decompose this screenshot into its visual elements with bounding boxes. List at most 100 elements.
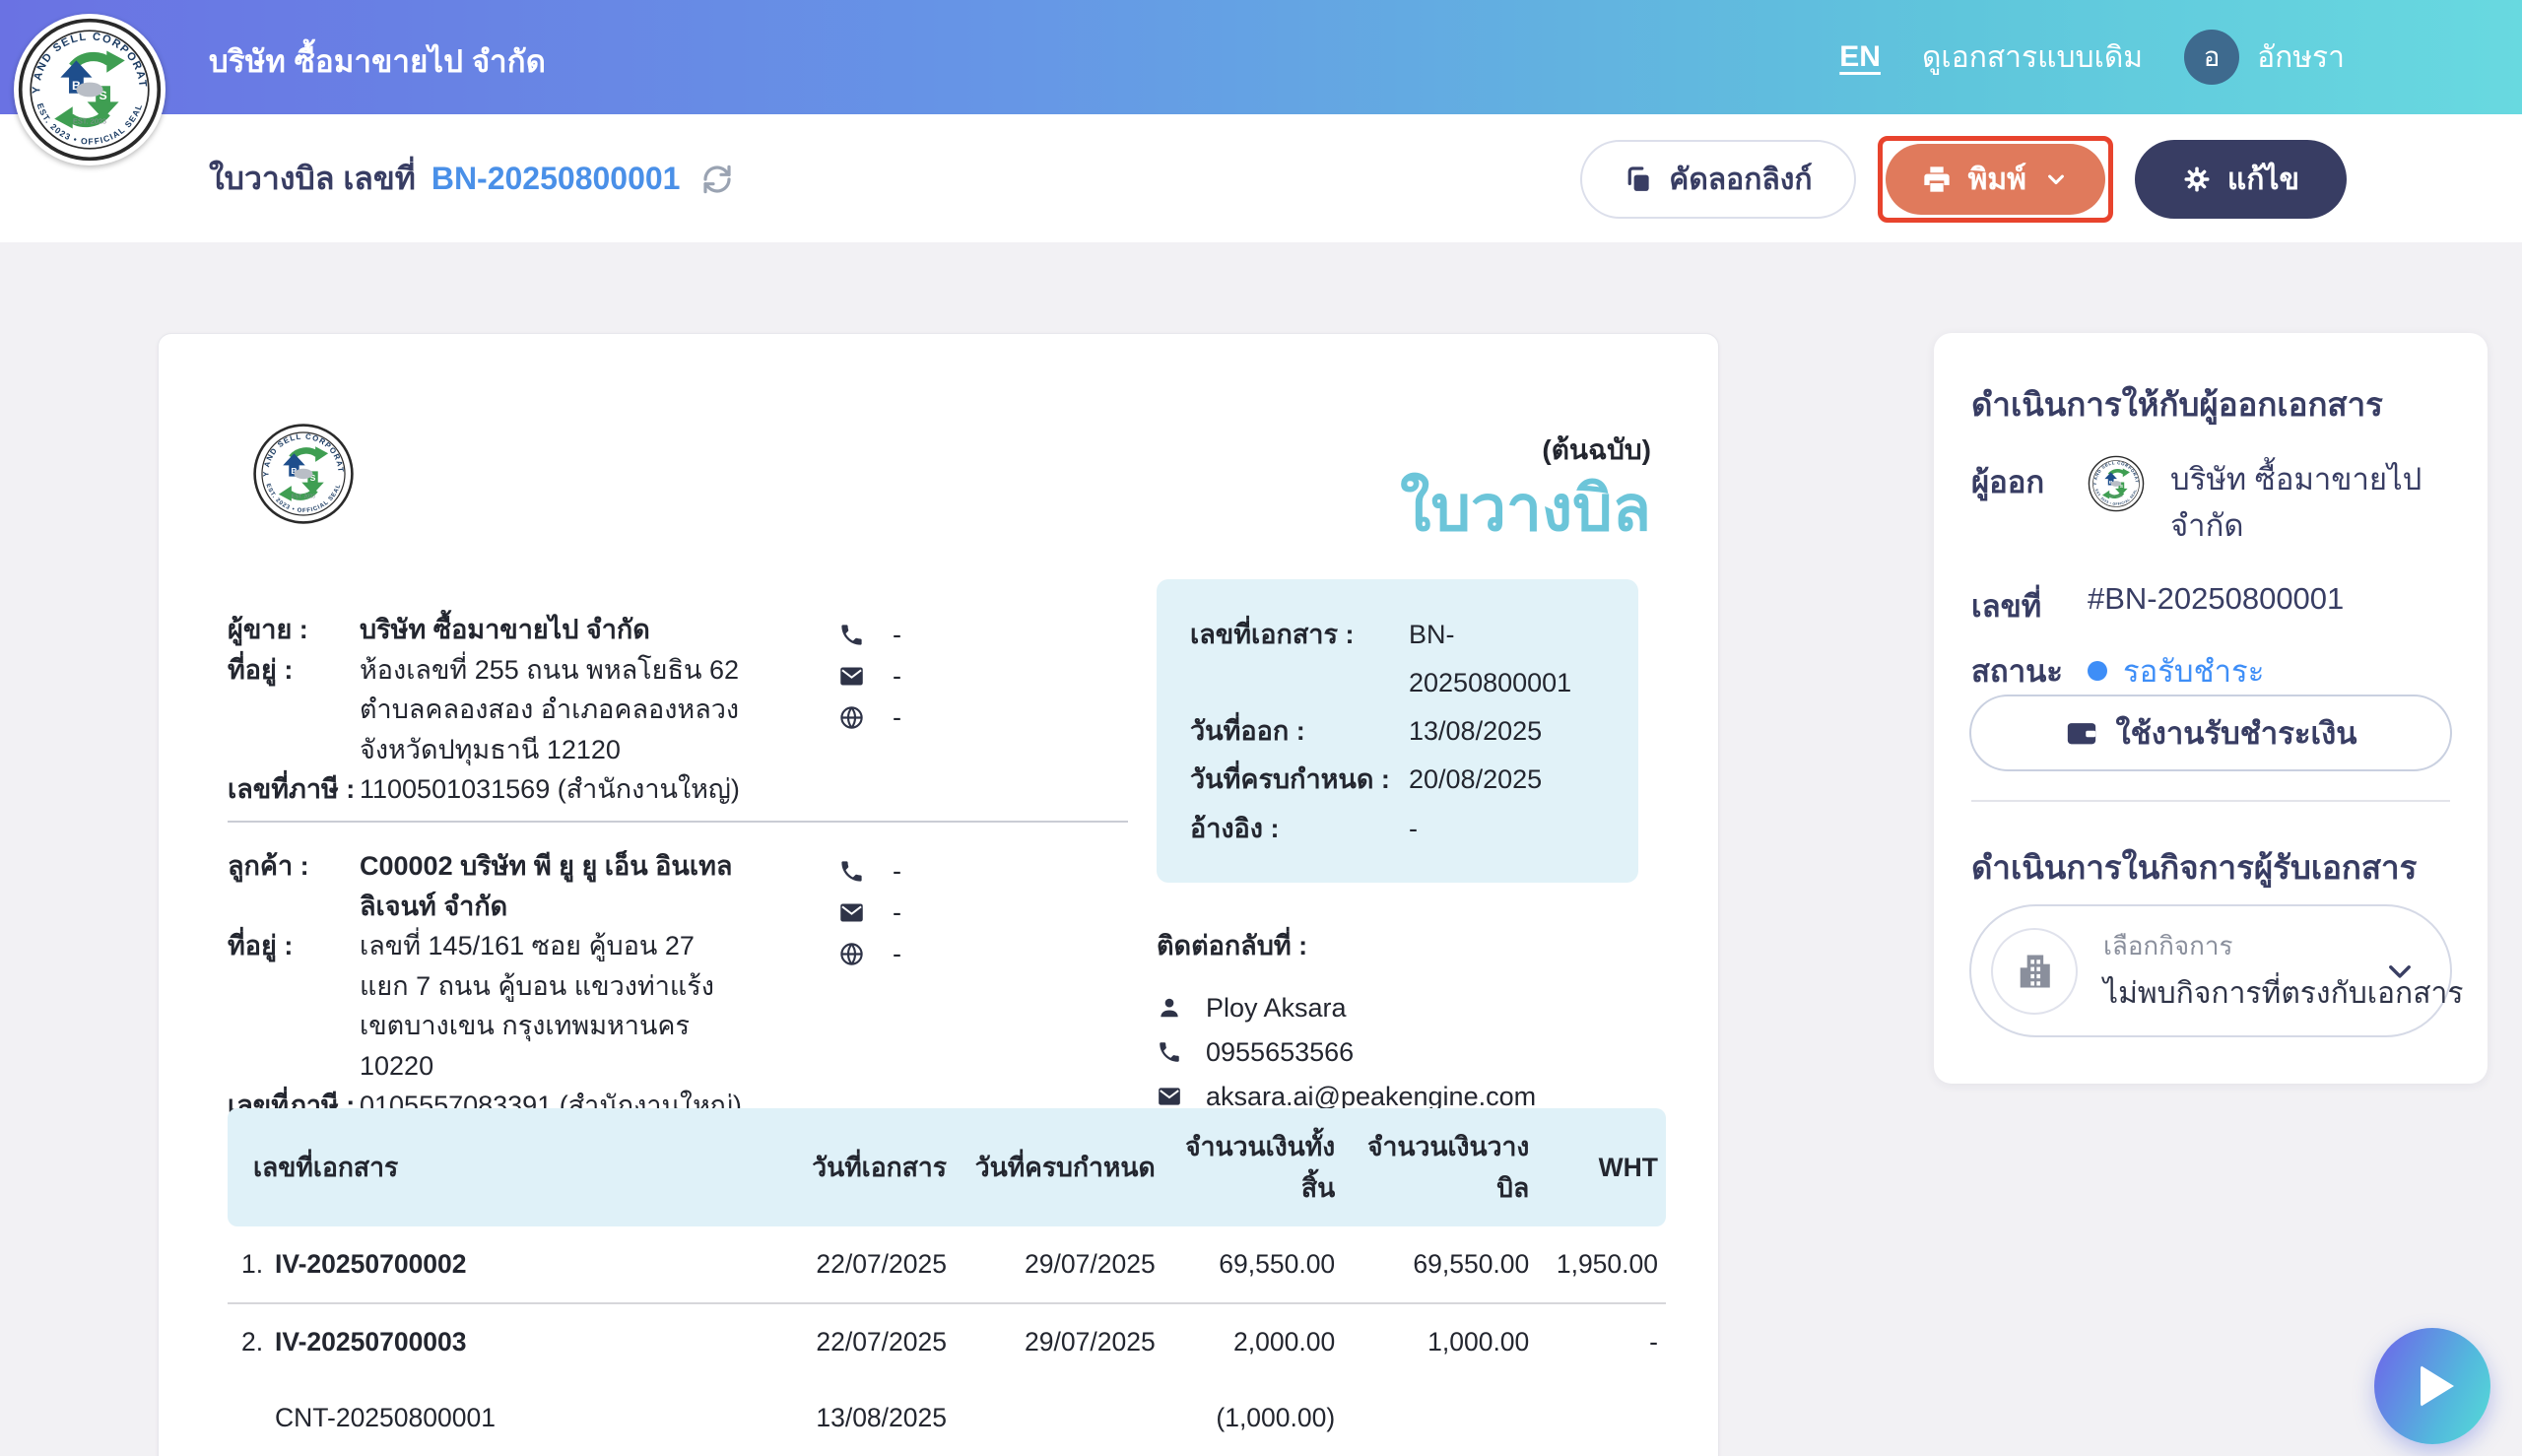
copy-link-label: คัดลอกลิงก์ [1669,157,1812,203]
row-number: 1. [241,1249,275,1280]
table-header-row: เลขที่เอกสาร วันที่เอกสาร วันที่ครบกำหนด… [228,1108,1666,1226]
phone-icon [838,858,865,885]
phone-icon [1157,1039,1182,1065]
contact-section: ติดต่อกลับที่ : Ploy Aksara 0955653566 a… [1157,924,1638,1119]
original-copy-label: (ต้นฉบับ) [1400,429,1651,472]
business-avatar [1991,928,2078,1015]
document-type-title: ใบวางบิล [1400,474,1651,543]
print-label: พิมพ์ [1968,157,2026,203]
number-value: #BN-20250800001 [2088,581,2344,617]
edit-label: แก้ไข [2227,157,2299,203]
seller-section: ผู้ขาย : บริษัท ซื้อมาขายไป จำกัด ที่อยู… [228,610,746,810]
status-row: สถานะ รอรับชำระ [1971,646,2264,695]
status-dot [2088,661,2107,681]
sidebar-divider [1971,800,2450,802]
enable-payment-button[interactable]: ใช้งานรับชำระเงิน [1969,695,2452,771]
row-wht: - [1529,1303,1666,1380]
section-divider [228,821,1128,823]
document-number-row: เลขที่ #BN-20250800001 [1971,581,2344,630]
select-business-label: เลือกกิจการ [2103,926,2383,966]
doc-no-label: เลขที่เอกสาร : [1190,611,1409,707]
customer-email: - [893,897,901,928]
row-doc-number: IV-20250700003 [275,1327,467,1357]
refresh-icon[interactable] [701,164,733,195]
edit-button[interactable]: แก้ไข [2135,140,2347,219]
page-title: ใบวางบิล เลขที่ BN-20250800001 [209,154,733,204]
customer-phone: - [893,856,901,887]
select-business-dropdown[interactable]: เลือกกิจการ ไม่พบกิจการที่ตรงกับเอกสาร [1969,904,2452,1037]
row-wht: 1,950.00 [1529,1226,1666,1303]
tutorial-play-button[interactable] [2374,1328,2490,1444]
view-original-link[interactable]: ดูเอกสารแบบเดิม [1922,34,2143,81]
billing-items-table: เลขที่เอกสาร วันที่เอกสาร วันที่ครบกำหนด… [228,1108,1666,1456]
issuer-action-panel: ดำเนินการให้กับผู้ออกเอกสาร ผู้ออก บริษั… [1934,333,2488,1084]
document-title-prefix: ใบวางบิล เลขที่ [209,154,416,204]
company-seal-icon [17,17,163,163]
row-due-date: 29/07/2025 [947,1226,1156,1303]
row-total-amount: 2,000.00 [1156,1303,1336,1380]
user-menu[interactable]: อ อักษรา [2184,30,2345,85]
row-doc-date: 13/08/2025 [746,1380,947,1456]
row-billing-amount: 69,550.00 [1335,1226,1529,1303]
col-doc-date: วันที่เอกสาร [746,1108,947,1226]
row-billing-amount: 1,000.00 [1335,1303,1529,1380]
row-doc-date: 22/07/2025 [746,1303,947,1380]
username: อักษรา [2257,34,2345,81]
seller-contact-icons: - - - [838,614,1035,738]
content-area: (ต้นฉบับ) ใบวางบิล ผู้ขาย : บริษัท ซื้อม… [0,242,2522,1456]
print-button[interactable]: พิมพ์ [1886,144,2105,215]
seller-phone: - [893,620,901,650]
seller-label: ผู้ขาย : [228,610,360,650]
number-label: เลขที่ [1971,581,2088,630]
issuer-label: ผู้ออก [1971,457,2088,506]
row-doc-date: 22/07/2025 [746,1226,947,1303]
building-icon [2013,950,2056,993]
row-doc-number: CNT-20250800001 [275,1403,496,1432]
status-badge: รอรับชำระ [2123,646,2264,695]
seller-website: - [893,702,901,733]
contact-name: Ploy Aksara [1206,993,1347,1024]
status-label: สถานะ [1971,646,2088,695]
seller-tax-id: 1100501031569 (สำนักงานใหญ่) [360,769,746,810]
play-icon [2421,1365,2454,1407]
copy-link-button[interactable]: คัดลอกลิงก์ [1580,140,1855,219]
due-date-value: 20/08/2025 [1409,756,1542,804]
customer-name: C00002 บริษัท พี ยู ยู เอ็น อินเทลลิเจนท… [360,846,746,926]
globe-icon [838,704,865,731]
row-number: 2. [241,1327,275,1357]
table-row[interactable]: CNT-20250800001 13/08/2025 (1,000.00) [228,1380,1666,1456]
issuer-name: บริษัท ซื้อมาขายไป จำกัด [2170,457,2426,549]
phone-icon [838,622,865,648]
action-buttons: คัดลอกลิงก์ พิมพ์ [1580,136,2347,223]
seller-name: บริษัท ซื้อมาขายไป จำกัด [360,610,746,650]
wallet-icon [2065,716,2098,750]
document-logo-seal [252,423,355,525]
seller-address-label: ที่อยู่ : [228,650,360,770]
table-row[interactable]: 1.IV-20250700002 22/07/2025 29/07/2025 6… [228,1226,1666,1303]
customer-label: ลูกค้า : [228,846,360,926]
row-due-date: 29/07/2025 [947,1303,1156,1380]
row-billing-amount [1335,1380,1529,1456]
document-info-box: เลขที่เอกสาร : BN-20250800001 วันที่ออก … [1157,579,1638,883]
company-logo-seal [14,14,166,165]
chevron-down-icon [2383,955,2417,988]
person-icon [1157,995,1182,1021]
table-row[interactable]: 2.IV-20250700003 22/07/2025 29/07/2025 2… [228,1303,1666,1380]
company-name: บริษัท ซื้อมาขายไป จำกัด [209,36,546,86]
enable-payment-label: ใช้งานรับชำระเงิน [2116,708,2357,758]
document-number-link[interactable]: BN-20250800001 [431,161,681,197]
gear-icon [2182,165,2212,194]
print-button-highlight: พิมพ์ [1878,136,2113,223]
customer-address: เลขที่ 145/161 ซอย คู้บอน 27 แยก 7 ถนน ค… [360,926,746,1086]
avatar[interactable]: อ [2184,30,2239,85]
contact-email: aksara.ai@peakengine.com [1206,1082,1536,1112]
col-total-amount: จำนวนเงินทั้งสิ้น [1156,1108,1336,1226]
mail-icon [1157,1084,1182,1109]
select-business-value: ไม่พบกิจการที่ตรงกับเอกสาร [2103,970,2383,1017]
row-total-amount: (1,000.00) [1156,1380,1336,1456]
language-toggle[interactable]: EN [1839,40,1881,74]
doc-no-value: BN-20250800001 [1409,611,1605,707]
issuer-section-title: ดำเนินการให้กับผู้ออกเอกสาร [1971,378,2454,430]
document-preview-card: (ต้นฉบับ) ใบวางบิล ผู้ขาย : บริษัท ซื้อม… [158,333,1719,1456]
col-wht: WHT [1529,1108,1666,1226]
